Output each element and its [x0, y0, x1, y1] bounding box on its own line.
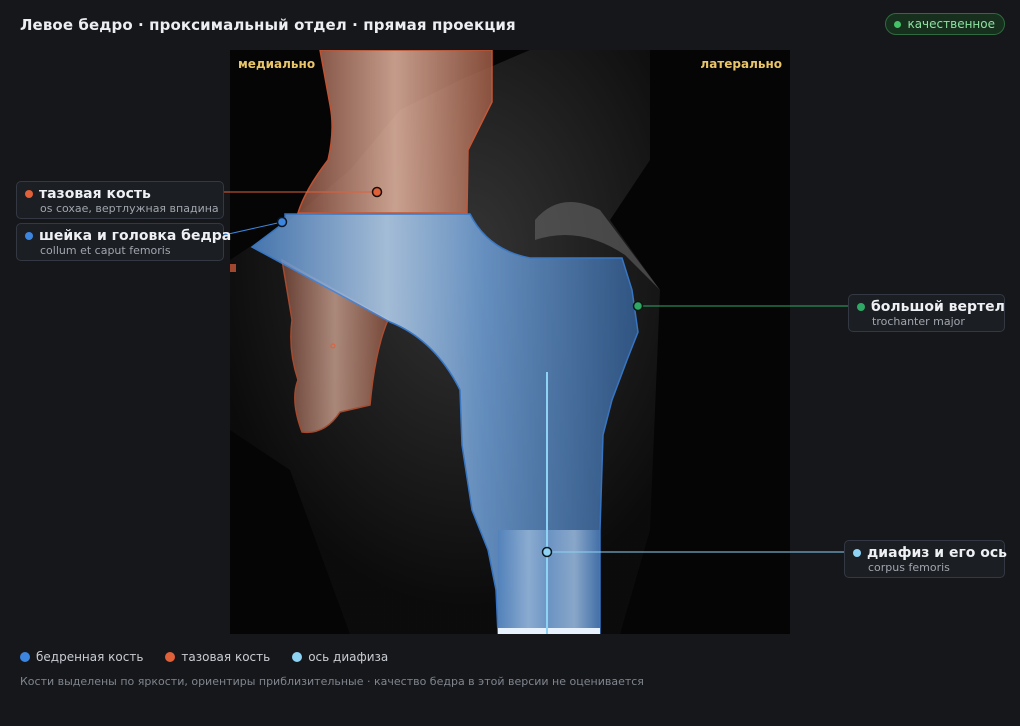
status-dot-icon — [894, 20, 902, 28]
annotation-card-shaft[interactable]: диафиз и его ось corpus femoris — [844, 540, 1008, 578]
page-title: Левое бедро · проксимальный отдел · прям… — [20, 16, 516, 34]
pelvis-legend-dot-icon — [165, 652, 176, 662]
legend: бедренная кость тазовая кость ось диафиз… — [20, 650, 388, 664]
annotation-name: шейка и головка бедра — [39, 228, 232, 244]
annotation-card-trochanter[interactable]: большой вертел trochanter major — [848, 294, 1005, 332]
orientation-lateral-label: латерально — [700, 57, 782, 71]
orientation-medial-label: медиально — [238, 57, 316, 71]
quality-status-badge: качественное — [885, 13, 1005, 35]
status-badge-label: качественное — [907, 17, 995, 31]
annotation-latin: trochanter major — [872, 315, 965, 328]
femur-shaft-highlight — [498, 530, 600, 634]
xray-viewer[interactable] — [230, 50, 790, 634]
femur-legend-dot-icon — [20, 652, 30, 662]
annotation-name: диафиз и его ось — [867, 545, 1008, 561]
annotation-name: тазовая кость — [39, 186, 151, 202]
pelvis-dot-icon — [25, 190, 33, 198]
annotation-card-pelvis[interactable]: тазовая кость os coxae, вертлужная впади… — [16, 181, 224, 219]
shaft-dot-icon — [853, 549, 861, 557]
footnote: Кости выделены по яркости, ориентиры при… — [20, 675, 644, 688]
neck-dot-icon — [25, 232, 33, 240]
legend-label: бедренная кость — [36, 650, 144, 664]
legend-item-femur: бедренная кость — [20, 650, 143, 664]
legend-item-shaft-axis: ось диафиза — [292, 650, 388, 664]
annotation-latin: os coxae, вертлужная впадина — [40, 202, 219, 215]
pelvis-edge-fragment — [230, 264, 236, 272]
annotation-name: большой вертел — [871, 299, 1005, 315]
axis-legend-dot-icon — [292, 652, 303, 662]
legend-label: ось диафиза — [308, 650, 389, 664]
femur-shaft-cut-edge — [498, 628, 600, 634]
annotation-card-femoral-neck[interactable]: шейка и головка бедра collum et caput fe… — [16, 223, 231, 261]
annotation-latin: collum et caput femoris — [40, 244, 171, 257]
annotation-latin: corpus femoris — [868, 561, 950, 574]
legend-label: тазовая кость — [181, 650, 271, 664]
legend-item-pelvis: тазовая кость — [165, 650, 270, 664]
trochanter-dot-icon — [857, 303, 865, 311]
